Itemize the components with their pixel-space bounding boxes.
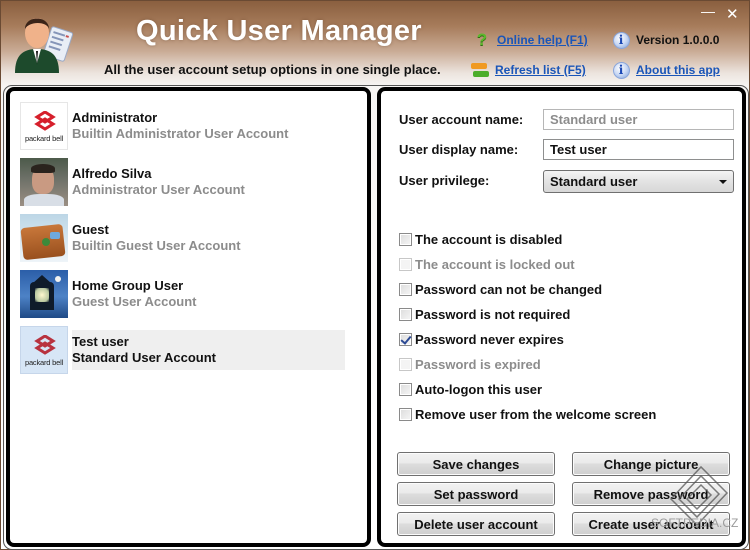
info-icon: i xyxy=(612,61,630,79)
create-user-account-button[interactable]: Create user account xyxy=(572,512,730,536)
display-name-input[interactable] xyxy=(543,139,734,160)
option-label: The account is disabled xyxy=(415,232,563,247)
app-window: Quick User Manager All the user account … xyxy=(0,0,750,550)
checkbox[interactable] xyxy=(399,233,412,246)
app-subtitle: All the user account setup options in on… xyxy=(104,62,441,77)
user-description: Guest User Account xyxy=(72,294,197,309)
delete-user-account-button[interactable]: Delete user account xyxy=(397,512,555,536)
packard-bell-avatar-icon: packard bell xyxy=(20,326,68,374)
remove-password-button[interactable]: Remove password xyxy=(572,482,730,506)
user-list-item[interactable]: Alfredo Silva Administrator User Account xyxy=(20,157,345,207)
packard-bell-avatar-icon: packard bell xyxy=(20,102,68,150)
option-label: Auto-logon this user xyxy=(415,382,543,397)
info-icon: i xyxy=(612,31,630,49)
option-label: Password can not be changed xyxy=(415,282,603,297)
checkbox[interactable] xyxy=(399,308,412,321)
help-question-icon: ? xyxy=(476,30,488,49)
option-label: Password is expired xyxy=(415,357,541,372)
refresh-list-link-row: Refresh list (F5) xyxy=(471,61,586,79)
suitcase-avatar-icon xyxy=(20,214,68,262)
checkbox-checked[interactable] xyxy=(399,333,412,346)
option-checkbox-row[interactable]: The account is disabled xyxy=(399,232,562,247)
user-list-item-selected[interactable]: packard bell Test user Standard User Acc… xyxy=(20,325,345,375)
refresh-list-link[interactable]: Refresh list (F5) xyxy=(495,63,586,77)
user-description: Builtin Guest User Account xyxy=(72,238,241,253)
user-name: Home Group User xyxy=(72,278,184,293)
option-checkbox-row: Password is expired xyxy=(399,357,541,372)
privilege-label: User privilege: xyxy=(399,173,490,188)
header: Quick User Manager All the user account … xyxy=(1,1,750,86)
version-row: i Version 1.0.0.0 xyxy=(612,31,719,49)
user-name: Alfredo Silva xyxy=(72,166,152,181)
option-label: The account is locked out xyxy=(415,257,575,272)
about-link-row: i About this app xyxy=(612,61,720,79)
privilege-select-value: Standard user xyxy=(550,174,638,189)
refresh-icon xyxy=(471,61,489,79)
online-help-link-row: ? Online help (F1) xyxy=(473,30,588,49)
user-name: Administrator xyxy=(72,110,158,125)
app-title: Quick User Manager xyxy=(136,15,422,47)
checkbox xyxy=(399,258,412,271)
user-photo-avatar-icon xyxy=(20,158,68,206)
option-checkbox-row: The account is locked out xyxy=(399,257,575,272)
account-name-input[interactable] xyxy=(543,109,734,130)
lighthouse-avatar-icon xyxy=(20,270,68,318)
option-checkbox-row[interactable]: Remove user from the welcome screen xyxy=(399,407,656,422)
about-app-link[interactable]: About this app xyxy=(636,63,720,77)
user-description: Administrator User Account xyxy=(72,182,245,197)
user-manager-logo-icon xyxy=(15,18,74,73)
option-checkbox-row[interactable]: Auto-logon this user xyxy=(399,382,542,397)
user-list-item[interactable]: Guest Builtin Guest User Account xyxy=(20,213,345,263)
user-description: Builtin Administrator User Account xyxy=(72,126,289,141)
checkbox[interactable] xyxy=(399,283,412,296)
online-help-link[interactable]: Online help (F1) xyxy=(497,33,588,47)
user-name: Guest xyxy=(72,222,109,237)
display-name-label: User display name: xyxy=(399,142,519,157)
privilege-select[interactable]: Standard user xyxy=(543,170,734,193)
user-list-item[interactable]: packard bell Administrator Builtin Admin… xyxy=(20,101,345,151)
minimize-button[interactable]: — xyxy=(701,3,715,19)
change-picture-button[interactable]: Change picture xyxy=(572,452,730,476)
close-button[interactable]: ✕ xyxy=(726,5,739,23)
option-checkbox-row[interactable]: Password never expires xyxy=(399,332,564,347)
set-password-button[interactable]: Set password xyxy=(397,482,555,506)
user-list-item[interactable]: Home Group User Guest User Account xyxy=(20,269,345,319)
checkbox xyxy=(399,358,412,371)
option-checkbox-row[interactable]: Password is not required xyxy=(399,307,570,322)
option-label: Password is not required xyxy=(415,307,571,322)
chevron-down-icon xyxy=(719,180,727,184)
user-name: Test user xyxy=(72,334,129,349)
option-label: Remove user from the welcome screen xyxy=(415,407,657,422)
user-list-panel: packard bell Administrator Builtin Admin… xyxy=(6,87,371,547)
checkbox[interactable] xyxy=(399,383,412,396)
version-label: Version 1.0.0.0 xyxy=(636,33,720,47)
account-name-label: User account name: xyxy=(399,112,524,127)
user-settings-panel: User account name: User display name: Us… xyxy=(377,87,746,547)
option-label: Password never expires xyxy=(415,332,564,347)
checkbox[interactable] xyxy=(399,408,412,421)
user-description: Standard User Account xyxy=(72,350,216,365)
option-checkbox-row[interactable]: Password can not be changed xyxy=(399,282,602,297)
save-changes-button[interactable]: Save changes xyxy=(397,452,555,476)
